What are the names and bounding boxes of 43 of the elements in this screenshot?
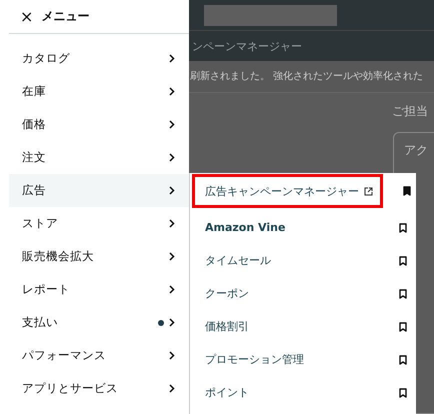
menu-title: メニュー — [41, 8, 90, 25]
chevron-icon — [169, 120, 175, 129]
chevron-icon — [169, 186, 175, 195]
submenu-item[interactable]: タイムセール — [190, 244, 416, 277]
card-title: アク — [404, 142, 428, 157]
bookmark-icon[interactable] — [403, 186, 411, 196]
menu-item[interactable]: ストア — [9, 207, 189, 240]
chevron-icon — [169, 285, 175, 294]
chevron-icon — [169, 219, 175, 228]
chevron-icon — [169, 318, 175, 327]
menu-item[interactable]: カタログ — [9, 42, 189, 75]
submenu-item[interactable]: 広告キャンペーンマネージャー — [192, 174, 383, 208]
chevron-icon — [169, 87, 175, 96]
breadcrumb: ンペーンマネージャー — [192, 38, 302, 54]
submenu-item[interactable]: クーポン — [190, 277, 416, 310]
chevron-icon — [169, 384, 175, 393]
bookmark-icon[interactable] — [399, 354, 407, 364]
bookmark-icon[interactable] — [399, 222, 407, 232]
bookmark-icon[interactable] — [399, 256, 407, 266]
chevron-icon — [169, 252, 175, 261]
menu-item[interactable]: 販売機会拡大 — [9, 240, 189, 273]
chevron-icon — [169, 153, 175, 162]
menu-item[interactable]: 支払い — [9, 306, 189, 339]
submenu-item[interactable]: 価格割引 — [190, 310, 416, 343]
menu-item[interactable]: アプリとサービス — [9, 372, 189, 405]
greeting-text: ご担当 — [392, 102, 429, 120]
bookmark-icon[interactable] — [399, 288, 407, 298]
chevron-icon — [169, 351, 175, 360]
search-field[interactable] — [204, 4, 337, 26]
menu-item[interactable]: レポート — [9, 273, 189, 306]
menu-item[interactable]: 価格 — [9, 108, 189, 141]
bookmark-icon[interactable] — [399, 388, 407, 398]
menu-item[interactable]: 広告 — [9, 174, 189, 207]
menu-item[interactable]: 注文 — [9, 141, 189, 174]
submenu-item[interactable]: ポイント — [190, 376, 416, 409]
menu-item[interactable]: パフォーマンス — [9, 339, 189, 372]
banner-text: 刷新されました。 強化されたツールや効率化された — [190, 70, 424, 83]
submenu-item[interactable]: Amazon Vine — [190, 211, 416, 244]
menu-item[interactable]: 在庫 — [9, 75, 189, 108]
chevron-icon — [169, 54, 175, 63]
bookmark-icon[interactable] — [399, 322, 407, 332]
submenu-item[interactable]: プロモーション管理 — [190, 343, 416, 376]
close-button[interactable]: × — [20, 8, 34, 24]
